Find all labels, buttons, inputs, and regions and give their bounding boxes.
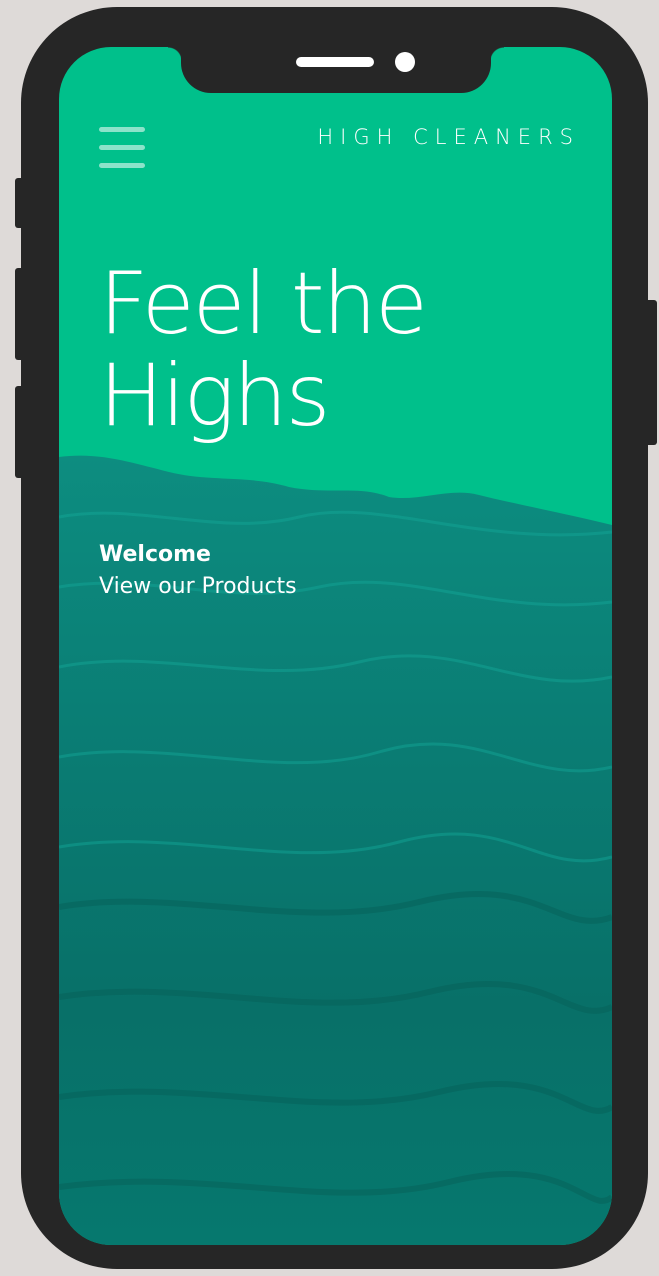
brand-name[interactable]: HIGH CLEANERS bbox=[300, 125, 580, 149]
menu-bar-bottom bbox=[99, 163, 145, 168]
phone-screen bbox=[59, 47, 612, 1245]
view-products-link[interactable]: View our Products bbox=[99, 573, 297, 601]
hamburger-menu-icon[interactable] bbox=[99, 125, 147, 173]
earpiece-speaker bbox=[296, 57, 374, 67]
ocean-wave-image bbox=[59, 455, 612, 1245]
front-camera-icon bbox=[395, 52, 415, 72]
hero-line-2: Highs bbox=[99, 346, 330, 446]
notch-corner-left bbox=[168, 47, 182, 61]
welcome-heading: Welcome bbox=[99, 542, 211, 567]
notch-corner-right bbox=[490, 47, 504, 61]
hero-line-1: Feel the bbox=[99, 254, 428, 354]
menu-bar-top bbox=[99, 127, 145, 132]
mockup-stage: HIGH CLEANERS Feel the Highs Welcome Vie… bbox=[0, 0, 659, 1276]
menu-bar-middle bbox=[99, 145, 145, 150]
hero-headline: Feel the Highs bbox=[99, 258, 579, 442]
